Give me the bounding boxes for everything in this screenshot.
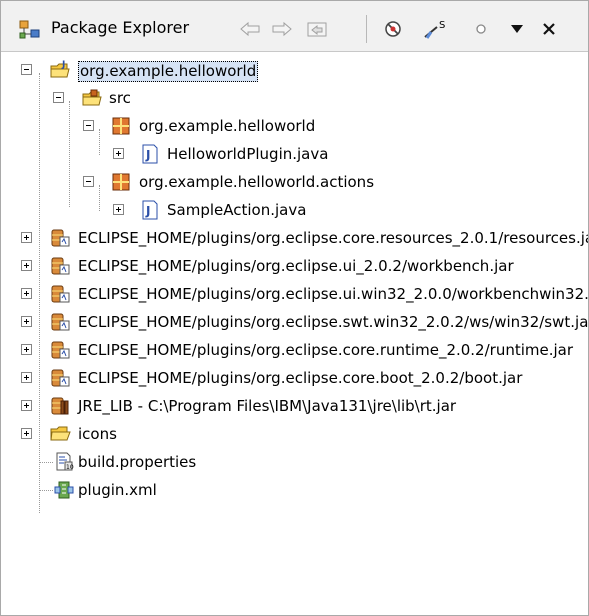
- toolbar-separator: [366, 15, 367, 43]
- filter-icon: [385, 21, 401, 37]
- project-tree: J org.example.helloworld src org.example…: [1, 53, 588, 613]
- tree-item-label: build.properties: [78, 453, 197, 471]
- tree-item-java-file[interactable]: J SampleAction.java: [1, 197, 588, 225]
- forward-button[interactable]: [269, 18, 295, 40]
- close-view-button[interactable]: [539, 18, 559, 40]
- view-toolbar: Package Explorer S: [1, 1, 588, 52]
- tree-item-label: SampleAction.java: [167, 201, 307, 219]
- tree-item-label: org.example.helloworld: [78, 61, 259, 82]
- collapse-toggle[interactable]: [21, 64, 32, 75]
- svg-text:S: S: [439, 20, 445, 31]
- jar-library-icon: [51, 313, 70, 331]
- tree-connector: [39, 462, 53, 464]
- jar-library-icon: [51, 285, 70, 303]
- java-file-icon: J: [142, 200, 158, 220]
- source-folder-icon: [82, 89, 102, 106]
- tree-item-label: JRE_LIB - C:\Program Files\IBM\Java131\j…: [78, 397, 457, 415]
- close-icon: [543, 23, 555, 35]
- tree-item-label: ECLIPSE_HOME/plugins/org.eclipse.core.bo…: [78, 369, 523, 387]
- tree-item-label: ECLIPSE_HOME/plugins/org.eclipse.ui_2.0.…: [78, 257, 514, 275]
- project-folder-icon: J: [50, 60, 70, 78]
- up-folder-icon: [307, 22, 327, 37]
- expand-toggle[interactable]: [21, 316, 32, 327]
- expand-toggle[interactable]: [21, 372, 32, 383]
- properties-file-icon: 10: [56, 452, 74, 471]
- tree-item-library[interactable]: ECLIPSE_HOME/plugins/org.eclipse.swt.win…: [1, 309, 588, 337]
- expand-toggle[interactable]: [113, 148, 124, 159]
- expand-toggle[interactable]: [21, 260, 32, 271]
- tree-item-label: ECLIPSE_HOME/plugins/org.eclipse.ui.win3…: [78, 285, 589, 303]
- tree-item-folder[interactable]: icons: [1, 421, 588, 449]
- expand-toggle[interactable]: [21, 400, 32, 411]
- expand-toggle[interactable]: [21, 288, 32, 299]
- expand-toggle[interactable]: [21, 428, 32, 439]
- plugin-xml-icon: [54, 481, 74, 499]
- jar-library-icon: [51, 257, 70, 275]
- tree-item-file[interactable]: plugin.xml: [1, 477, 588, 505]
- tree-item-java-file[interactable]: J HelloworldPlugin.java: [1, 141, 588, 169]
- tree-item-package[interactable]: org.example.helloworld: [1, 113, 588, 141]
- dot-button[interactable]: [471, 18, 491, 40]
- collapse-toggle[interactable]: [53, 92, 64, 103]
- tree-item-label: org.example.helloworld: [139, 117, 316, 135]
- tree-connector: [39, 490, 53, 492]
- view-menu-button[interactable]: [507, 18, 527, 40]
- svg-text:J: J: [61, 60, 65, 70]
- collapse-toggle[interactable]: [83, 176, 94, 187]
- back-button[interactable]: [237, 18, 263, 40]
- package-explorer-view: Package Explorer S J org.example.hellowo…: [0, 0, 589, 616]
- tree-item-label: plugin.xml: [78, 481, 157, 499]
- package-icon: [112, 117, 130, 135]
- tree-item-label: org.example.helloworld.actions: [139, 173, 375, 191]
- collapse-all-button[interactable]: [379, 18, 407, 40]
- tree-item-package[interactable]: org.example.helloworld.actions: [1, 169, 588, 197]
- tree-item-library[interactable]: ECLIPSE_HOME/plugins/org.eclipse.core.bo…: [1, 365, 588, 393]
- java-file-icon: J: [142, 144, 158, 164]
- svg-text:10: 10: [66, 464, 74, 471]
- tree-item-library[interactable]: ECLIPSE_HOME/plugins/org.eclipse.ui.win3…: [1, 281, 588, 309]
- tree-item-project[interactable]: J org.example.helloworld: [1, 57, 588, 85]
- jre-library-icon: [51, 397, 69, 415]
- expand-toggle[interactable]: [113, 204, 124, 215]
- tree-item-label: src: [109, 89, 131, 107]
- back-arrow-icon: [240, 21, 260, 37]
- tree-item-label: ECLIPSE_HOME/plugins/org.eclipse.core.ru…: [78, 341, 574, 359]
- package-icon: [112, 173, 130, 191]
- link-with-editor-button[interactable]: S: [419, 18, 451, 40]
- up-button[interactable]: [303, 18, 331, 40]
- expand-toggle[interactable]: [21, 232, 32, 243]
- tree-item-label: HelloworldPlugin.java: [167, 145, 329, 163]
- package-explorer-icon: [19, 20, 40, 39]
- dot-icon: [476, 24, 486, 34]
- svg-text:J: J: [145, 204, 150, 218]
- jar-library-icon: [51, 369, 70, 387]
- jar-library-icon: [51, 341, 70, 359]
- tree-item-jre-library[interactable]: JRE_LIB - C:\Program Files\IBM\Java131\j…: [1, 393, 588, 421]
- tree-item-library[interactable]: ECLIPSE_HOME/plugins/org.eclipse.core.re…: [1, 225, 588, 253]
- tree-item-library[interactable]: ECLIPSE_HOME/plugins/org.eclipse.ui_2.0.…: [1, 253, 588, 281]
- jar-library-icon: [51, 229, 70, 247]
- view-menu-dropdown-icon: [511, 25, 523, 33]
- tree-item-label: icons: [78, 425, 117, 443]
- tree-item-label: ECLIPSE_HOME/plugins/org.eclipse.swt.win…: [78, 313, 589, 331]
- forward-arrow-icon: [272, 21, 292, 37]
- folder-icon: [50, 426, 71, 441]
- expand-toggle[interactable]: [21, 344, 32, 355]
- tree-item-file[interactable]: 10 build.properties: [1, 449, 588, 477]
- svg-text:J: J: [145, 148, 150, 162]
- tree-item-library[interactable]: ECLIPSE_HOME/plugins/org.eclipse.core.ru…: [1, 337, 588, 365]
- view-title[interactable]: Package Explorer: [51, 18, 189, 37]
- link-with-editor-icon: S: [424, 20, 445, 39]
- tree-item-src[interactable]: src: [1, 85, 588, 113]
- collapse-toggle[interactable]: [83, 120, 94, 131]
- tree-item-label: ECLIPSE_HOME/plugins/org.eclipse.core.re…: [78, 229, 589, 247]
